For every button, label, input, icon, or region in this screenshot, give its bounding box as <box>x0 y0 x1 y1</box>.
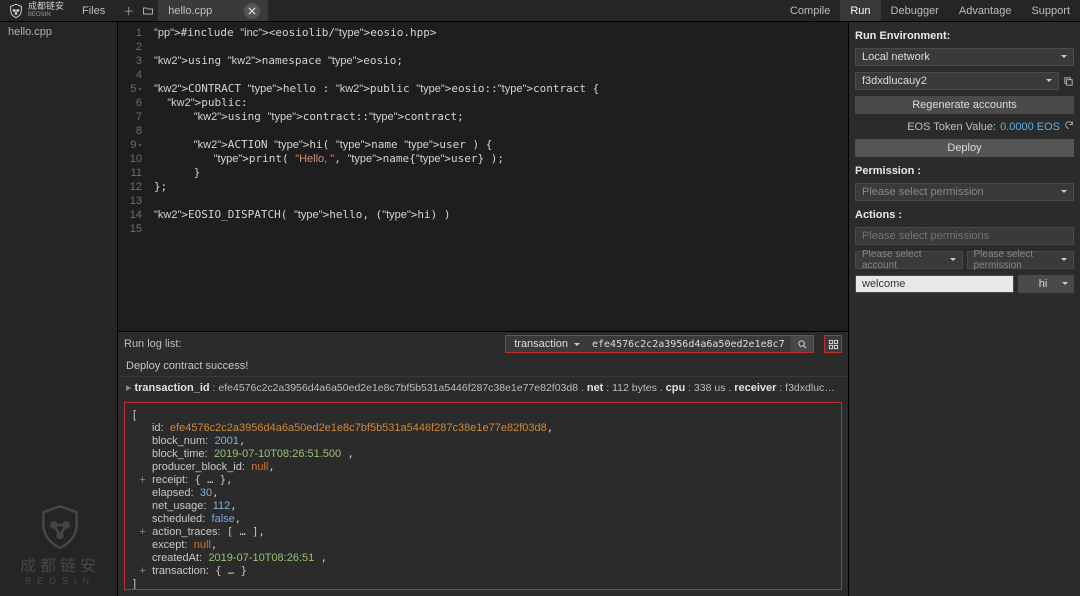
new-file-icon[interactable]: ＋ <box>123 3 134 19</box>
tab-label: hello.cpp <box>168 5 212 17</box>
brand-logo: 成都链安 BEOSIN <box>0 2 72 20</box>
action-account-select[interactable]: Please select account <box>855 251 963 269</box>
deploy-button[interactable]: Deploy <box>855 139 1074 157</box>
log-message: Deploy contract success! <box>118 356 848 377</box>
file-explorer: hello.cpp <box>0 22 118 596</box>
welcome-input[interactable] <box>855 275 1014 293</box>
log-title: Run log list: <box>124 338 181 350</box>
log-json[interactable]: [ id: efe4576c2c2a3956d4a6a50ed2e1e8c7bf… <box>124 402 842 590</box>
dashboard-icon[interactable] <box>824 335 842 353</box>
refresh-icon[interactable] <box>1064 120 1074 133</box>
code-editor[interactable]: 12345-6789-101112131415 "pp">#include "i… <box>118 22 848 331</box>
actions-title: Actions : <box>855 209 1074 221</box>
network-select[interactable]: Local network <box>855 48 1074 66</box>
nav-run[interactable]: Run <box>840 0 880 21</box>
nav-advantage[interactable]: Advantage <box>949 0 1022 21</box>
permission-title: Permission : <box>855 165 1074 177</box>
log-search-group: transaction <box>505 335 814 353</box>
account-select[interactable]: f3dxdlucauy2 <box>855 72 1059 90</box>
hi-button[interactable]: hi <box>1018 275 1074 293</box>
log-search-type[interactable]: transaction <box>506 336 586 352</box>
search-icon[interactable] <box>791 336 813 352</box>
env-title: Run Environment: <box>855 30 1074 42</box>
log-search-input[interactable] <box>586 336 791 352</box>
action-permission-select[interactable]: Please select permission <box>967 251 1075 269</box>
run-log-panel: Run log list: transaction Deploy contrac… <box>118 331 848 596</box>
nav-files[interactable]: Files <box>72 5 115 17</box>
run-panel: Run Environment: Local network f3dxdluca… <box>848 22 1080 596</box>
log-summary-row[interactable]: ▸ transaction_id : efe4576c2c2a3956d4a6a… <box>118 377 848 398</box>
brand-name: 成都链安 <box>28 2 64 11</box>
nav-support[interactable]: Support <box>1021 0 1080 21</box>
actions-input[interactable] <box>855 227 1074 245</box>
permission-select[interactable]: Please select permission <box>855 183 1074 201</box>
new-folder-icon[interactable] <box>142 5 154 17</box>
brand-sub: BEOSIN <box>28 11 64 20</box>
explorer-item[interactable]: hello.cpp <box>0 22 117 42</box>
nav-compile[interactable]: Compile <box>780 0 840 21</box>
tab-hello[interactable]: hello.cpp <box>158 0 268 21</box>
eos-value: 0.0000 EOS <box>1000 121 1060 133</box>
copy-icon[interactable] <box>1063 76 1074 87</box>
eos-label: EOS Token Value: <box>907 121 996 133</box>
regenerate-accounts-button[interactable]: Regenerate accounts <box>855 96 1074 114</box>
nav-debugger[interactable]: Debugger <box>881 0 949 21</box>
close-icon[interactable] <box>244 3 260 19</box>
